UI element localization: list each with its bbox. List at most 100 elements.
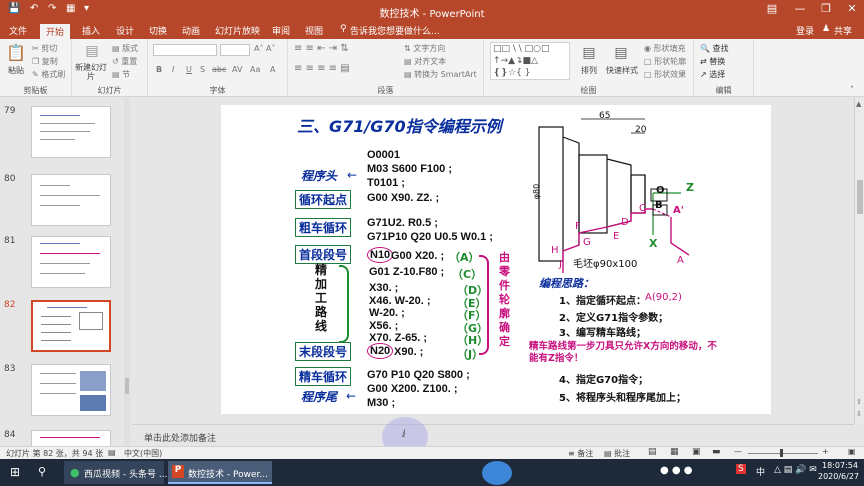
taskbar-item-xigua[interactable]: ● 西瓜视频 - 头条号 ... xyxy=(64,461,167,484)
ime-indicator[interactable]: 中 xyxy=(756,465,765,478)
thinking-warning: 精车路线第一步刀具只允许X方向的移动，不能有Z指令！ xyxy=(529,341,717,364)
zoom-out-icon[interactable]: — xyxy=(734,447,742,456)
bullets-icon[interactable]: ≡ ≡ ⇤ ⇥ ⇅ xyxy=(294,43,349,54)
scrollbar-thumb[interactable] xyxy=(125,378,129,394)
new-slide-button[interactable]: 新建幻灯片 xyxy=(74,63,108,81)
quick-styles-icon[interactable]: ▤ xyxy=(604,45,638,61)
tell-me-box[interactable]: 告诉我您想要做什么... xyxy=(350,24,440,37)
char-spacing-button[interactable]: AV xyxy=(232,65,242,74)
minimize-button[interactable]: — xyxy=(786,2,814,15)
ime-logo-icon[interactable]: S xyxy=(736,464,746,474)
normal-view-icon[interactable]: ▤ xyxy=(648,447,657,457)
tab-slideshow[interactable]: 幻灯片放映 xyxy=(215,24,260,37)
tray-icons[interactable]: ● ● ● xyxy=(660,465,693,476)
tab-transitions[interactable]: 切换 xyxy=(149,24,167,37)
login-link[interactable]: 登录 xyxy=(796,24,814,37)
reading-view-icon[interactable]: ▣ xyxy=(692,447,701,457)
strikethrough-button[interactable]: abc xyxy=(212,65,226,74)
align-icons[interactable]: ≡ ≡ ≡ ≡ ▤ xyxy=(294,63,350,74)
collapse-ribbon-icon[interactable]: ˄ xyxy=(850,85,854,94)
pt-j: J xyxy=(559,259,562,270)
scrollbar-thumb[interactable] xyxy=(857,180,863,214)
section-button[interactable]: ▤ 节 xyxy=(112,69,130,80)
scroll-next-icon[interactable]: ⇩ xyxy=(856,410,862,418)
tab-animations[interactable]: 动画 xyxy=(182,24,200,37)
shape-outline-button[interactable]: □ 形状轮廓 xyxy=(644,56,686,67)
font-name-combo[interactable] xyxy=(153,44,217,56)
shape-fill-button[interactable]: ◉ 形状填充 xyxy=(644,43,686,54)
layout-button[interactable]: ▤ 版式 xyxy=(112,43,138,54)
tab-design[interactable]: 设计 xyxy=(116,24,134,37)
scroll-up-icon[interactable]: ▲ xyxy=(856,100,861,108)
slide-thumbnail[interactable] xyxy=(31,106,111,158)
shape-effects-button[interactable]: □ 形状效果 xyxy=(644,69,686,80)
font-color-button[interactable]: A xyxy=(270,65,275,74)
shapes-gallery[interactable]: □□ \ \ □○□ ↑→▲↴■△ ❴❵☆{ } xyxy=(490,42,570,80)
slide-thumbnail[interactable] xyxy=(31,364,111,416)
language-indicator[interactable]: 中文(中国) xyxy=(124,448,162,459)
code-line: G70 P10 Q20 S800 ; xyxy=(367,369,470,381)
thumb-number: 80 xyxy=(4,174,16,184)
arrange-icon[interactable]: ▤ xyxy=(578,45,600,61)
text-direction-button[interactable]: ⇅ 文字方向 xyxy=(404,43,445,54)
quick-styles-button[interactable]: 快速样式 xyxy=(602,65,642,76)
thumbnail-scrollbar[interactable] xyxy=(124,98,130,446)
share-icon[interactable]: ♟ xyxy=(822,24,830,34)
notes-pane[interactable]: 单击此处添加备注 ⅈ xyxy=(132,417,854,457)
copy-button[interactable]: ❐ 复制 xyxy=(32,56,58,67)
floating-app-icon[interactable] xyxy=(482,461,512,485)
shadow-button[interactable]: S xyxy=(200,65,205,74)
smartart-button[interactable]: ▤ 转换为 SmartArt xyxy=(404,69,477,80)
tab-insert[interactable]: 插入 xyxy=(82,24,100,37)
point-c: （C） xyxy=(452,268,483,281)
slide-sorter-icon[interactable]: ▦ xyxy=(670,447,679,457)
fit-slide-icon[interactable]: ▣ xyxy=(848,447,856,456)
zoom-slider[interactable] xyxy=(748,453,818,454)
align-text-button[interactable]: ▤ 对齐文本 xyxy=(404,56,446,67)
ribbon-display-icon[interactable]: ▤ xyxy=(758,2,786,15)
select-button[interactable]: ↗ 选择 xyxy=(700,69,725,80)
tab-review[interactable]: 审阅 xyxy=(272,24,290,37)
tray-misc-icons[interactable]: △ ▤ 🔊 ✉ xyxy=(774,465,817,475)
slide-scrollbar[interactable]: ▲ ⇧ ⇩ xyxy=(854,98,864,424)
notes-placeholder[interactable]: 单击此处添加备注 xyxy=(144,431,216,444)
italic-button[interactable]: I xyxy=(172,65,174,74)
restore-button[interactable]: ❐ xyxy=(812,2,840,15)
comments-toggle[interactable]: ▤ 批注 xyxy=(604,448,630,459)
grow-font-icon[interactable]: A˄ A˅ xyxy=(254,44,276,53)
comments-toggle-label: 批注 xyxy=(614,449,631,458)
tab-home[interactable]: 开始 xyxy=(40,24,71,39)
scroll-prev-icon[interactable]: ⇧ xyxy=(856,398,862,406)
zoom-in-icon[interactable]: + xyxy=(822,447,829,456)
slide-thumbnail[interactable] xyxy=(31,430,111,446)
change-case-button[interactable]: Aa xyxy=(250,65,260,74)
tab-view[interactable]: 视图 xyxy=(305,24,323,37)
new-slide-icon[interactable]: ▤ xyxy=(78,43,106,59)
format-painter-button[interactable]: ✎ 格式刷 xyxy=(32,69,65,80)
paste-button[interactable]: 粘贴 xyxy=(5,65,27,76)
slide-thumbnail[interactable] xyxy=(31,236,111,288)
font-size-combo[interactable] xyxy=(220,44,250,56)
slide[interactable]: 三、G71/G70指令编程示例 O0001 M03 S600 F100 ; T0… xyxy=(221,105,771,414)
paste-icon[interactable]: 📋 xyxy=(5,43,27,62)
bold-button[interactable]: B xyxy=(156,65,162,74)
search-icon[interactable]: ⚲ xyxy=(38,465,46,478)
underline-button[interactable]: U xyxy=(186,65,192,74)
share-button[interactable]: 共享 xyxy=(834,24,852,37)
close-button[interactable]: ✕ xyxy=(838,2,864,15)
slideshow-view-icon[interactable]: ▬ xyxy=(712,447,721,457)
find-button[interactable]: 🔍 查找 xyxy=(700,43,729,54)
arrange-button[interactable]: 排列 xyxy=(578,65,600,76)
slide-thumbnail-selected[interactable] xyxy=(31,300,111,352)
notes-toggle[interactable]: ≡ 备注 xyxy=(568,448,593,459)
cut-button[interactable]: ✂ 剪切 xyxy=(32,43,57,54)
tab-file[interactable]: 文件 xyxy=(9,24,27,37)
replace-button[interactable]: ⇄ 替换 xyxy=(700,56,725,67)
taskbar-item-powerpoint[interactable]: P 数控技术 - Power... xyxy=(168,461,272,484)
zoom-slider-thumb[interactable] xyxy=(780,449,783,457)
slide-thumbnail[interactable] xyxy=(31,174,111,226)
cut-label: 剪切 xyxy=(41,44,58,53)
reset-button[interactable]: ↺ 重置 xyxy=(112,56,137,67)
spellcheck-icon[interactable]: ▤ xyxy=(108,448,116,457)
windows-start-icon[interactable]: ⊞ xyxy=(10,465,20,479)
